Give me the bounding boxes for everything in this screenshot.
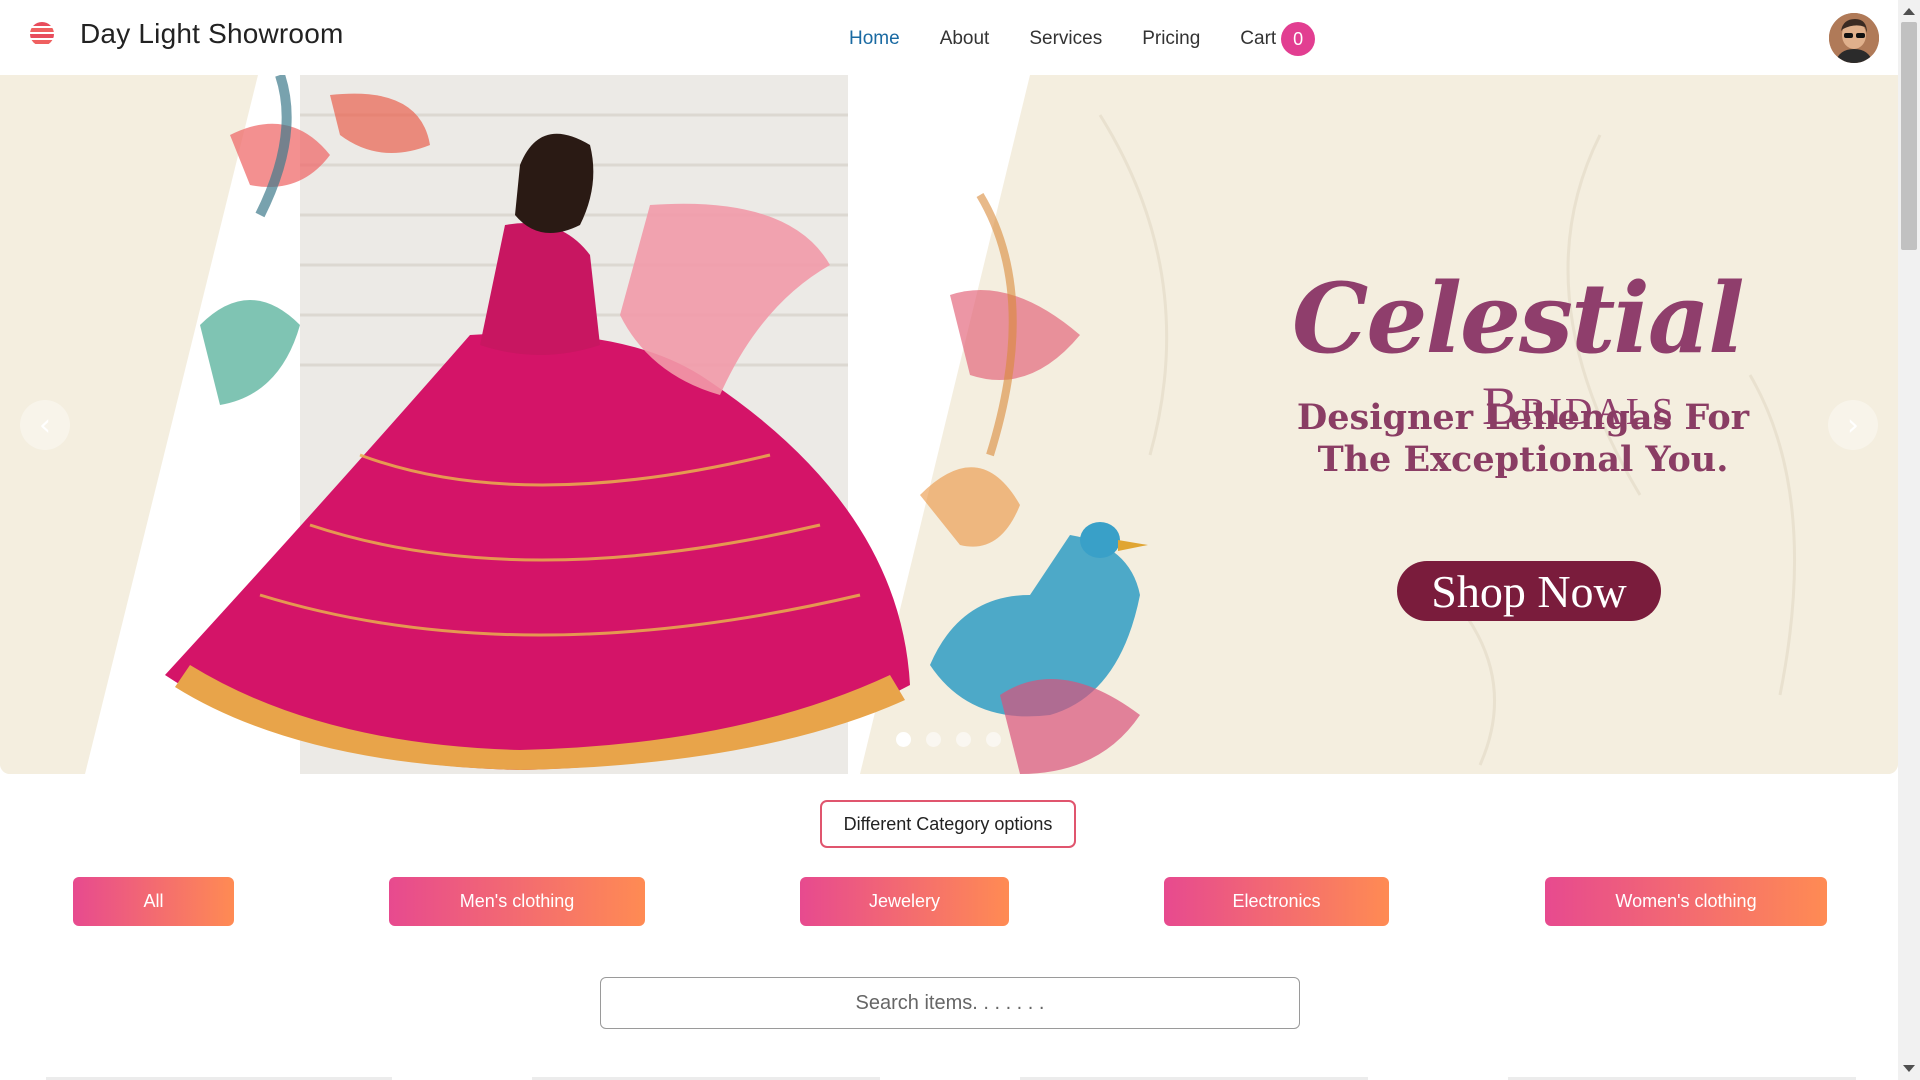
nav-link-services[interactable]: Services bbox=[1029, 23, 1102, 55]
scroll-down-arrow-icon[interactable] bbox=[1903, 1065, 1915, 1072]
category-button-electronics[interactable]: Electronics bbox=[1164, 877, 1389, 926]
user-avatar[interactable] bbox=[1829, 13, 1879, 63]
carousel-indicators bbox=[896, 732, 1001, 747]
category-button-womens-clothing[interactable]: Women's clothing bbox=[1545, 877, 1827, 926]
scroll-up-arrow-icon[interactable] bbox=[1903, 8, 1915, 15]
category-button-jewelery[interactable]: Jewelery bbox=[800, 877, 1009, 926]
shop-now-button[interactable]: Shop Now bbox=[1397, 561, 1661, 621]
search-input[interactable] bbox=[600, 977, 1300, 1029]
chevron-left-icon: ‹ bbox=[39, 407, 51, 443]
carousel-prev-button[interactable]: ‹ bbox=[20, 400, 70, 450]
nav-link-about[interactable]: About bbox=[940, 23, 990, 55]
carousel-indicator[interactable] bbox=[896, 732, 911, 747]
hero-carousel: Celestial Bridals Designer Lehengas For … bbox=[0, 75, 1898, 774]
page-scrollbar[interactable] bbox=[1898, 0, 1920, 1080]
chevron-right-icon: › bbox=[1847, 407, 1859, 443]
nav-link-home[interactable]: Home bbox=[849, 23, 900, 55]
brand-name: Day Light Showroom bbox=[80, 18, 344, 49]
user-avatar-icon bbox=[1829, 13, 1879, 63]
cart-label: Cart bbox=[1240, 28, 1277, 49]
hero-title: Celestial bbox=[1292, 262, 1745, 375]
cart-count-badge: 0 bbox=[1281, 22, 1316, 56]
striped-ball-logo-icon bbox=[30, 22, 54, 44]
category-button-all[interactable]: All bbox=[73, 877, 234, 926]
category-button-mens-clothing[interactable]: Men's clothing bbox=[389, 877, 645, 926]
carousel-indicator[interactable] bbox=[986, 732, 1001, 747]
nav-links: Home About Services Pricing Cart 0 bbox=[849, 22, 1355, 56]
carousel-next-button[interactable]: › bbox=[1828, 400, 1878, 450]
nav-link-cart[interactable]: Cart 0 bbox=[1240, 22, 1316, 56]
category-heading: Different Category options bbox=[820, 800, 1076, 848]
hero-tagline: Designer Lehengas For The Exceptional Yo… bbox=[1296, 397, 1750, 480]
carousel-indicator[interactable] bbox=[956, 732, 971, 747]
navbar: Day Light Showroom Home About Services P… bbox=[0, 0, 1898, 75]
nav-link-pricing[interactable]: Pricing bbox=[1142, 23, 1200, 55]
brand[interactable]: Day Light Showroom bbox=[26, 18, 344, 50]
carousel-indicator[interactable] bbox=[926, 732, 941, 747]
scrollbar-thumb[interactable] bbox=[1901, 22, 1917, 250]
